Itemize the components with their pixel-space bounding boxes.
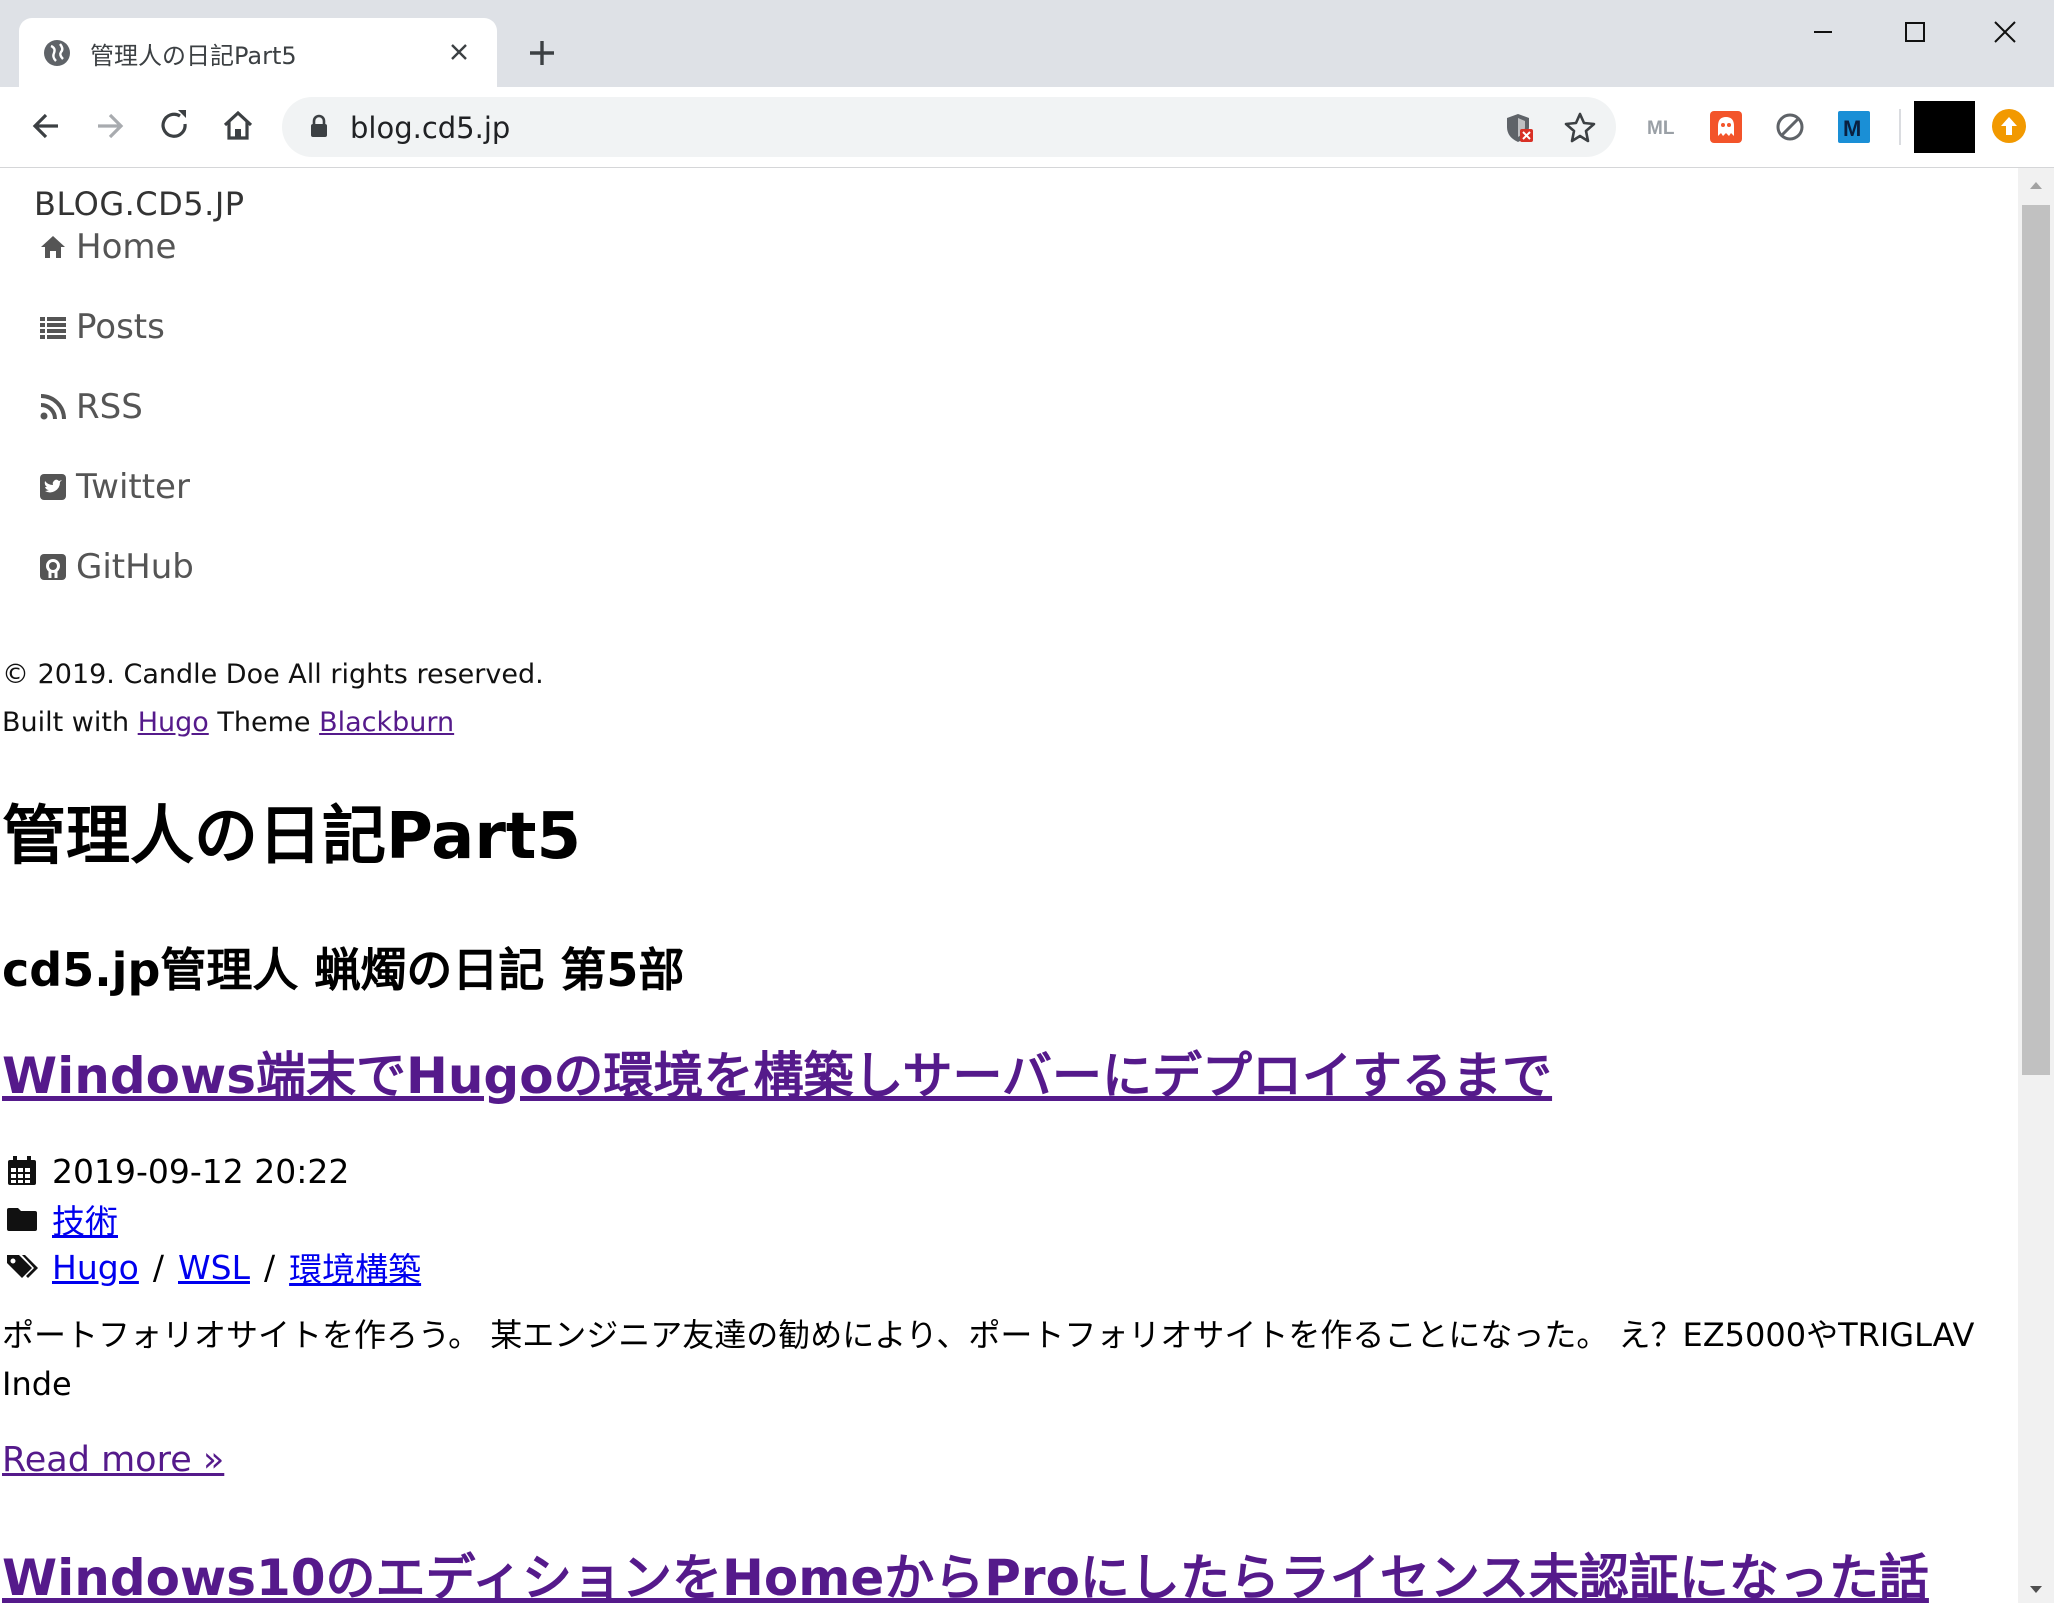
site-brand[interactable]: BLOG.CD5.JP [34,185,245,223]
home-icon[interactable] [216,104,260,148]
maximize-icon[interactable] [1884,14,1944,50]
post-title-link[interactable]: Windows10のエディションをHomeからProにしたらライセンス未認証にな… [2,1538,1929,1603]
built-with-line: Built with Hugo Theme Blackburn [2,707,454,738]
star-bookmark-icon[interactable] [1564,111,1596,143]
post-date-text: 2019-09-12 20:22 [52,1151,350,1191]
page-title: 管理人の日記Part5 [2,800,582,874]
post-date: 2019-09-12 20:22 [6,1150,349,1192]
menu-label: Twitter [76,467,190,507]
scroll-down-arrow-icon[interactable] [2029,1585,2043,1595]
menu-item-twitter[interactable]: Twitter [38,465,190,509]
toolbar-divider [1899,109,1901,145]
update-badge[interactable] [1992,109,2026,143]
menu-label: GitHub [76,547,194,587]
list-icon [40,317,66,339]
page-viewport: BLOG.CD5.JP Home Posts RSS Twitter GitHu… [0,168,2018,1603]
url-text[interactable]: blog.cd5.jp [350,111,510,145]
reload-icon[interactable] [152,104,196,148]
svg-text:M: M [1843,116,1861,141]
forward-arrow-icon[interactable] [88,104,132,148]
tab-strip: 管理人の日記Part5 [0,0,2054,87]
new-tab-icon[interactable] [522,36,562,70]
tags-icon [7,1255,38,1278]
copyright-text: © 2019. Candle Doe All rights reserved. [2,659,544,690]
tag-separator: / [152,1247,164,1287]
address-bar[interactable]: blog.cd5.jp [282,97,1616,157]
read-more-text[interactable]: Read more » [2,1440,224,1480]
menu-item-home[interactable]: Home [38,225,176,269]
scrollbar-thumb[interactable] [2022,205,2050,1075]
menu-item-posts[interactable]: Posts [38,305,165,349]
tag-link-env[interactable]: 環境構築 [289,1243,421,1291]
blackburn-link[interactable]: Blackburn [319,707,454,738]
page-subtitle: cd5.jp管理人 蝋燭の日記 第5部 [2,943,685,997]
tag-separator: / [263,1247,276,1287]
scroll-up-arrow-icon[interactable] [2029,180,2043,190]
read-more-link[interactable]: Read more » [2,1440,224,1480]
post-summary: ポートフォリオサイトを作ろう。 某エンジニア友達の勧めにより、ポートフォリオサイ… [2,1316,1975,1403]
post-tags: Hugo / WSL / 環境構築 [6,1243,421,1291]
home-icon [41,236,65,258]
shield-blocked-icon[interactable] [1504,112,1534,144]
menu-label: Home [76,227,177,267]
tag-link-hugo[interactable]: Hugo [52,1248,139,1287]
theme-text: Theme [217,707,311,738]
menu-label: Posts [76,307,165,347]
menu-item-rss[interactable]: RSS [38,385,143,429]
menu-item-github[interactable]: GitHub [38,545,194,589]
globe-icon [44,40,70,66]
menu-label: RSS [76,387,143,427]
tab-title: 管理人の日記Part5 [90,42,297,70]
folder-icon [7,1208,37,1231]
browser-toolbar: blog.cd5.jp ML M [0,87,2054,168]
tag-link-wsl[interactable]: WSL [178,1248,250,1287]
hugo-link[interactable]: Hugo [138,707,209,738]
twitter-icon [40,474,66,500]
github-icon [40,554,66,580]
built-with-text: Built with [2,707,130,738]
close-tab-icon[interactable] [446,39,472,65]
category-link[interactable]: 技術 [52,1195,118,1243]
browser-window: 管理人の日記Part5 blog.cd5.jp ML M BLOG.CD5.JP… [0,0,2054,1603]
rss-icon [40,394,66,420]
lock-icon[interactable] [308,113,330,139]
calendar-icon [8,1156,36,1185]
arrow-up-icon [2001,117,2017,135]
window-close-icon[interactable] [1975,14,2035,50]
ghostery-extension-icon[interactable] [1710,111,1742,143]
post-title-link[interactable]: Windows端末でHugoの環境を構築しサーバーにデプロイするまで [2,1036,1552,1108]
browser-tab[interactable]: 管理人の日記Part5 [19,18,497,87]
back-arrow-icon[interactable] [24,104,68,148]
m-extension-icon[interactable]: M [1838,111,1870,143]
block-extension-icon[interactable] [1774,111,1806,143]
profile-avatar[interactable] [1914,101,1975,153]
minimize-icon[interactable] [1793,14,1853,50]
svg-text:ML: ML [1647,118,1675,139]
ml-extension-icon[interactable]: ML [1646,111,1678,143]
post-category: 技術 [6,1195,118,1243]
vertical-scrollbar[interactable] [2018,168,2054,1603]
